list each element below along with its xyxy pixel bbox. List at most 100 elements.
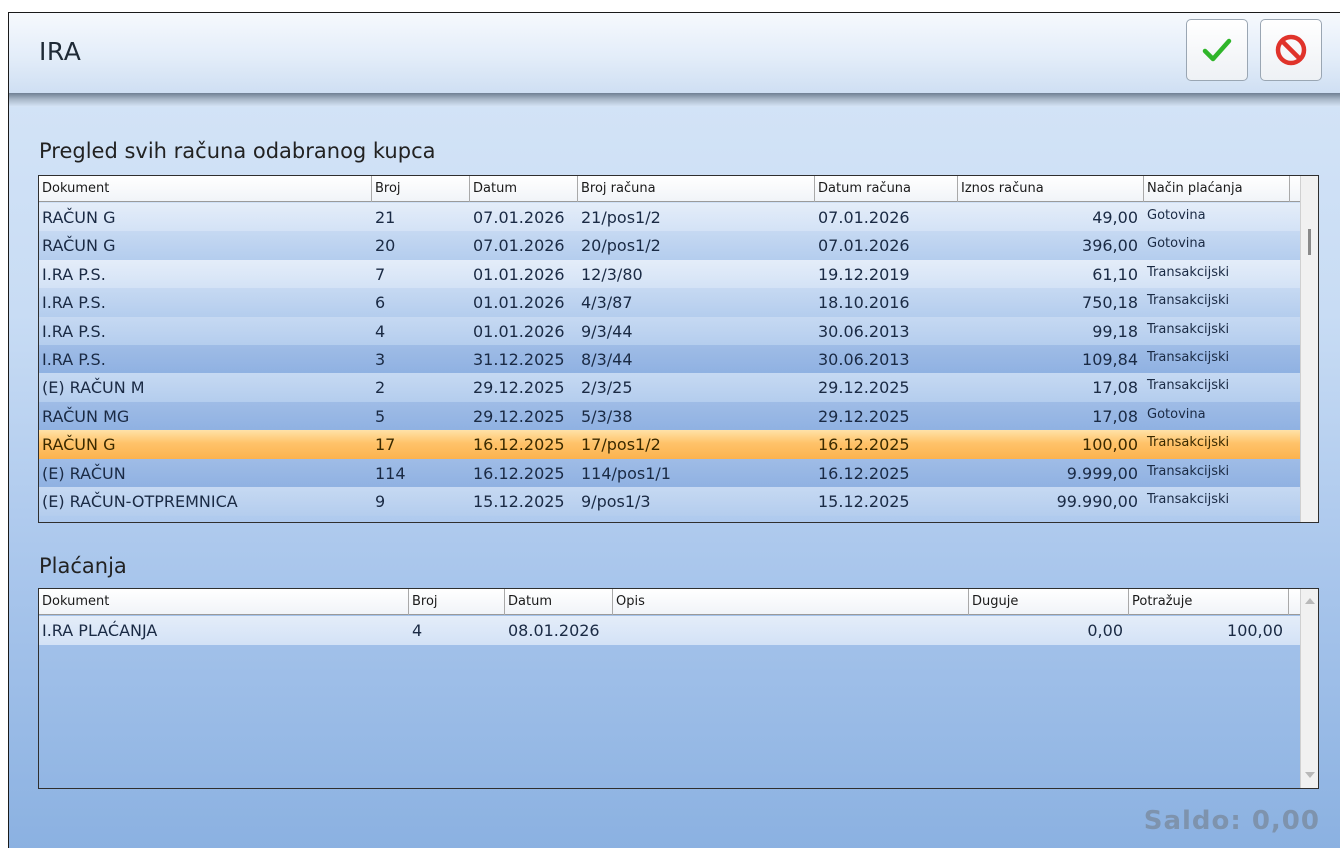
invoices-table-row[interactable]: I.RA P.S. 4 01.01.2026 9/3/44 30.06.2013 99,1…: [39, 316, 1302, 346]
invoices-vertical-scrollbar[interactable]: [1300, 176, 1318, 522]
invoices-column-header[interactable]: Dokument: [39, 176, 372, 202]
invoices-table-cell: Gotovina: [1147, 208, 1206, 223]
payments-grid-header: Dokument Broj Datum Opis Duguje Potražuje: [39, 589, 1302, 615]
invoices-table-cell: 16.12.2025: [818, 463, 910, 483]
payments-grid[interactable]: Dokument Broj Datum Opis Duguje Potražuje I.R…: [38, 588, 1319, 789]
invoices-table-cell: 2/3/25: [581, 378, 633, 398]
invoices-table-cell: 114: [375, 463, 406, 483]
invoices-table-cell: 17,08: [1092, 406, 1138, 426]
invoices-table-cell: 18.10.2016: [818, 293, 910, 313]
invoices-table-cell: 61,10: [1092, 264, 1138, 284]
invoices-table-cell: 01.01.2026: [473, 264, 565, 284]
payments-column-header[interactable]: Opis: [613, 589, 969, 615]
scroll-up-icon[interactable]: [1305, 598, 1315, 604]
invoices-table-cell: 12/3/80: [581, 264, 643, 284]
invoices-table-row[interactable]: (E) RAČUN 114 16.12.2025 114/pos1/1 16.12.20…: [39, 458, 1302, 488]
invoices-table-cell: 30.06.2013: [818, 350, 910, 369]
payments-column-header[interactable]: Duguje: [969, 589, 1129, 615]
invoices-table-cell: Transakcijski: [1147, 321, 1230, 337]
invoices-table-cell: 17: [375, 435, 396, 455]
payments-table-row[interactable]: I.RA PLAĆANJA 4 08.01.2026 0,00 100,00: [39, 616, 1302, 645]
invoices-table-cell: 07.01.2026: [473, 236, 565, 256]
invoices-table-cell: I.RA P.S.: [42, 264, 106, 284]
invoices-table-cell: 29.12.2025: [818, 378, 910, 398]
payments-table-cell: 08.01.2026: [508, 621, 600, 640]
invoices-table-cell: 100,00: [1082, 435, 1138, 455]
confirm-button[interactable]: [1186, 19, 1248, 81]
invoices-table-cell: 15.12.2025: [818, 492, 910, 511]
invoices-table-cell: 396,00: [1082, 236, 1138, 256]
invoices-table-row[interactable]: I.RA P.S. 3 31.12.2025 8/3/44 30.06.2013 109,…: [39, 345, 1302, 374]
invoices-table-cell: 01.01.2026: [473, 293, 565, 313]
invoices-table-cell: Transakcijski: [1147, 463, 1230, 479]
invoices-table-cell: 8/3/44: [581, 350, 633, 369]
invoices-table-cell: 6: [375, 293, 386, 313]
invoices-table-cell: RAČUN G: [42, 236, 116, 256]
payments-table-cell: I.RA PLAĆANJA: [42, 621, 158, 640]
scroll-down-icon[interactable]: [1305, 772, 1315, 778]
payments-table-cell: 0,00: [1087, 621, 1123, 640]
invoices-table-cell: 07.01.2026: [473, 208, 565, 227]
invoices-table-cell: RAČUN MG: [42, 406, 130, 426]
invoices-column-header[interactable]: Datum: [470, 176, 578, 202]
no-entry-icon: [1275, 34, 1307, 66]
payments-table-cell: 4: [412, 621, 423, 640]
invoices-table-cell: 07.01.2026: [818, 208, 910, 227]
payments-table-cell: [613, 616, 969, 645]
payments-table-cell: 100,00: [1227, 621, 1283, 640]
invoices-table-cell: 30.06.2013: [818, 321, 910, 341]
invoices-table-cell: (E) RAČUN: [42, 463, 126, 483]
invoices-table-cell: 5: [375, 406, 386, 426]
invoices-column-header[interactable]: Način plaćanja: [1144, 176, 1290, 202]
title-bar: IRA: [9, 13, 1340, 93]
invoices-table-cell: RAČUN G: [42, 208, 116, 227]
invoices-table-cell: Transakcijski: [1147, 264, 1230, 280]
invoices-table-cell: 29.12.2025: [473, 406, 565, 426]
invoices-grid[interactable]: Dokument Broj Datum Broj računa Datum računa…: [38, 175, 1319, 523]
invoices-table-cell: 31.12.2025: [473, 350, 565, 369]
invoices-table-cell: 750,18: [1082, 293, 1138, 313]
invoices-table-cell: 20/pos1/2: [581, 236, 661, 256]
invoices-table-row[interactable]: RAČUN G 17 16.12.2025 17/pos1/2 16.12.2025 10…: [39, 430, 1302, 460]
invoices-table-cell: 20: [375, 236, 396, 256]
payments-column-header[interactable]: Potražuje: [1129, 589, 1289, 615]
top-strip: [0, 0, 1340, 12]
invoices-table-cell: 29.12.2025: [473, 378, 565, 398]
invoices-table-cell: I.RA P.S.: [42, 293, 106, 313]
invoices-table-cell: 4/3/87: [581, 293, 633, 313]
invoices-table-row[interactable]: (E) RAČUN-OTPREMNICA 9 15.12.2025 9/pos1/3 1…: [39, 487, 1302, 516]
payments-column-header[interactable]: Broj: [409, 589, 505, 615]
invoices-table-cell: 21: [375, 208, 396, 227]
invoices-table-row[interactable]: RAČUN MG 5 29.12.2025 5/3/38 29.12.2025 17,08…: [39, 401, 1302, 431]
invoices-table-row[interactable]: I.RA P.S. 6 01.01.2026 4/3/87 18.10.2016 750,…: [39, 288, 1302, 318]
invoices-table-cell: Gotovina: [1147, 406, 1206, 422]
invoices-column-header[interactable]: Iznos računa: [958, 176, 1144, 202]
invoices-column-header[interactable]: Broj računa: [578, 176, 815, 202]
invoices-table-cell: 9/pos1/3: [581, 492, 651, 511]
checkmark-icon: [1202, 38, 1232, 62]
payments-vertical-scrollbar[interactable]: [1300, 589, 1318, 788]
invoices-table-cell: 15.12.2025: [473, 492, 565, 511]
payments-column-header[interactable]: Datum: [505, 589, 613, 615]
invoices-table-cell: 9.999,00: [1066, 463, 1138, 483]
invoices-table-row[interactable]: RAČUN G 20 07.01.2026 20/pos1/2 07.01.2026 39…: [39, 231, 1302, 261]
invoices-table-cell: 5/3/38: [581, 406, 633, 426]
invoices-table-cell: 4: [375, 321, 386, 341]
payments-column-header[interactable]: Dokument: [39, 589, 409, 615]
invoices-grid-header: Dokument Broj Datum Broj računa Datum računa…: [39, 176, 1302, 202]
invoices-table-cell: Transakcijski: [1147, 378, 1230, 394]
invoices-scroll-thumb[interactable]: [1308, 229, 1311, 255]
invoices-table-row[interactable]: I.RA P.S. 7 01.01.2026 12/3/80 19.12.2019 61,…: [39, 259, 1302, 289]
invoices-table-cell: 114/pos1/1: [581, 463, 671, 483]
invoices-column-header[interactable]: Broj: [372, 176, 470, 202]
invoices-table-row[interactable]: (E) RAČUN M 2 29.12.2025 2/3/25 29.12.2025 17…: [39, 373, 1302, 403]
invoices-table-cell: 2: [375, 378, 386, 398]
cancel-button[interactable]: [1260, 19, 1322, 81]
invoices-column-header[interactable]: Datum računa: [815, 176, 958, 202]
invoices-table-cell: Transakcijski: [1147, 350, 1230, 365]
invoices-table-cell: 29.12.2025: [818, 406, 910, 426]
invoices-table-cell: 19.12.2019: [818, 264, 910, 284]
invoices-table-row[interactable]: RAČUN G 21 07.01.2026 21/pos1/2 07.01.2026 49…: [39, 203, 1302, 232]
invoices-table-cell: 3: [375, 350, 386, 369]
invoices-table-cell: 109,84: [1082, 350, 1138, 369]
